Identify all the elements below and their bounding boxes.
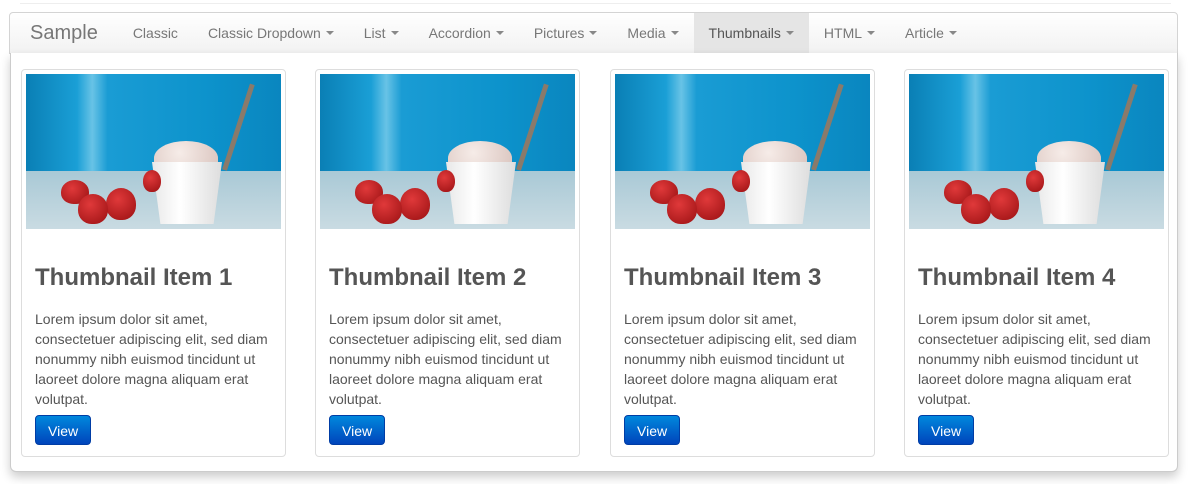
view-button[interactable]: View	[329, 415, 386, 445]
cup	[152, 162, 222, 224]
brand[interactable]: Sample	[10, 12, 118, 54]
divider	[20, 3, 1171, 4]
strawberry	[143, 170, 161, 192]
nav-item-label: Media	[627, 25, 666, 41]
strawberry	[400, 188, 430, 220]
view-button[interactable]: View	[624, 415, 681, 445]
strawberry	[437, 170, 455, 192]
navbar: Sample Classic Classic Dropdown List Accord…	[9, 12, 1178, 54]
nav-item-list[interactable]: List	[349, 13, 414, 53]
strawberry	[667, 194, 697, 224]
nav-item-label: Classic Dropdown	[207, 25, 321, 41]
nav-item-classic-dropdown[interactable]: Classic Dropdown	[193, 13, 349, 53]
thumbnail-card: Thumbnail Item 4 Lorem ipsum dolor sit a…	[904, 69, 1169, 457]
caret-down-icon	[495, 31, 504, 35]
nav-item-thumbnails[interactable]: Thumbnails	[693, 13, 809, 53]
caret-down-icon	[785, 31, 794, 35]
thumbnail-title: Thumbnail Item 4	[918, 264, 1116, 291]
nav-item-accordion[interactable]: Accordion	[414, 13, 519, 53]
spoon	[516, 83, 549, 171]
nav-item-label: HTML	[823, 25, 863, 41]
ice-cream-image	[26, 74, 281, 229]
view-button[interactable]: View	[918, 415, 975, 445]
strawberry	[732, 170, 750, 192]
caret-down-icon	[867, 31, 876, 35]
strawberry	[961, 194, 991, 224]
caret-down-icon	[325, 31, 334, 35]
strawberry	[695, 188, 725, 220]
thumbnails-dropdown-panel: Thumbnail Item 1 Lorem ipsum dolor sit a…	[10, 53, 1178, 472]
caret-down-icon	[589, 31, 598, 35]
ice-cream-image	[320, 74, 575, 229]
spoon	[1105, 83, 1138, 171]
thumbnail-text: Lorem ipsum dolor sit amet, consectetuer…	[35, 311, 268, 407]
cup	[446, 162, 516, 224]
ice-cream-image	[615, 74, 870, 229]
nav-item-pictures[interactable]: Pictures	[519, 13, 613, 53]
cup	[1035, 162, 1105, 224]
spoon	[811, 83, 844, 171]
caret-down-icon	[948, 31, 957, 35]
thumbnail-text: Lorem ipsum dolor sit amet, consectetuer…	[918, 311, 1151, 407]
thumbnail-text: Lorem ipsum dolor sit amet, consectetuer…	[329, 311, 562, 407]
strawberry	[106, 188, 136, 220]
nav-item-label: Accordion	[428, 25, 491, 41]
nav-item-html[interactable]: HTML	[809, 13, 890, 53]
caret-down-icon	[390, 31, 399, 35]
strawberry	[78, 194, 108, 224]
spoon	[222, 83, 255, 171]
nav-item-label: List	[363, 25, 386, 41]
thumbnail-card: Thumbnail Item 3 Lorem ipsum dolor sit a…	[610, 69, 875, 457]
thumbnail-title: Thumbnail Item 1	[35, 264, 233, 291]
nav-item-classic[interactable]: Classic	[118, 13, 193, 53]
nav-item-media[interactable]: Media	[612, 13, 693, 53]
thumbnail-title: Thumbnail Item 2	[329, 264, 527, 291]
strawberry	[372, 194, 402, 224]
nav-item-label: Thumbnails	[708, 25, 781, 41]
caret-down-icon	[670, 31, 679, 35]
nav-item-label: Pictures	[533, 25, 585, 41]
nav-item-label: Classic	[132, 25, 178, 41]
strawberry	[989, 188, 1019, 220]
cup	[741, 162, 811, 224]
nav-item-label: Article	[905, 25, 944, 41]
nav-item-article[interactable]: Article	[890, 13, 972, 53]
thumbnail-card: Thumbnail Item 1 Lorem ipsum dolor sit a…	[21, 69, 286, 457]
thumbnail-text: Lorem ipsum dolor sit amet, consectetuer…	[624, 311, 857, 407]
strawberry	[1026, 170, 1044, 192]
ice-cream-image	[909, 74, 1164, 229]
view-button[interactable]: View	[35, 415, 92, 445]
thumbnail-title: Thumbnail Item 3	[624, 264, 822, 291]
thumbnail-card: Thumbnail Item 2 Lorem ipsum dolor sit a…	[315, 69, 580, 457]
